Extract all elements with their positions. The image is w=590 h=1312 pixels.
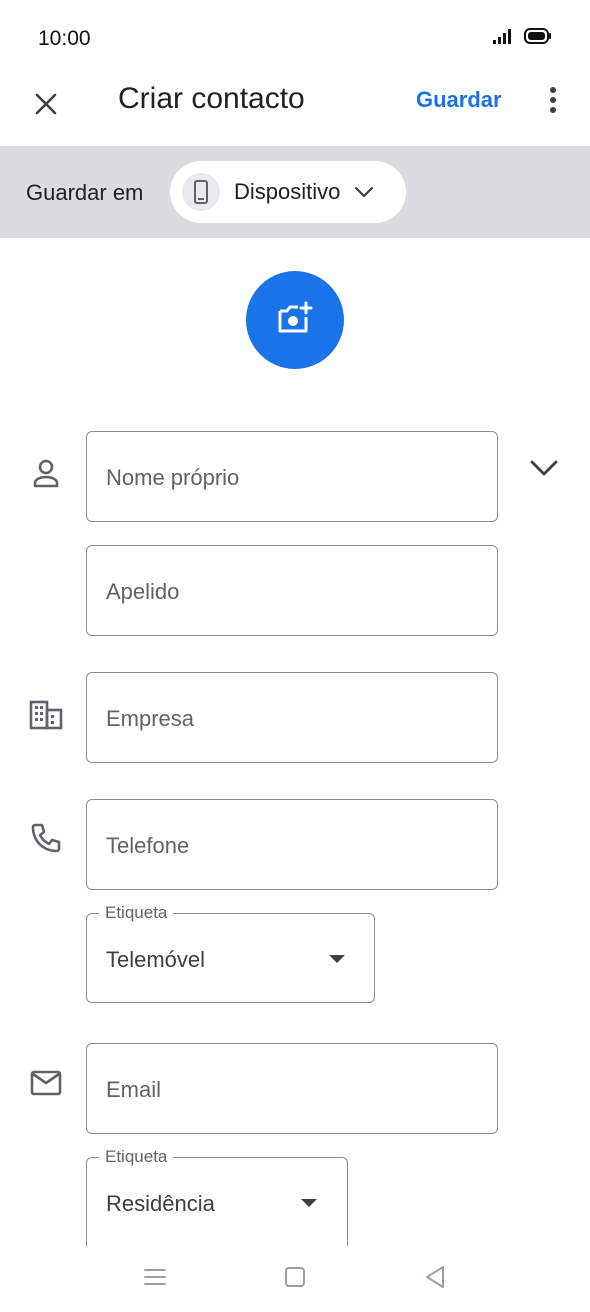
recents-button[interactable] — [140, 1264, 170, 1294]
status-icons — [492, 28, 552, 49]
mail-icon — [28, 1065, 64, 1101]
system-nav-bar — [0, 1246, 590, 1312]
page-title: Criar contacto — [118, 82, 305, 115]
email-placeholder: Email — [106, 1077, 162, 1102]
expand-name-button[interactable] — [526, 452, 562, 488]
email-field[interactable]: Email — [86, 1043, 498, 1134]
email-label-legend: Etiqueta — [99, 1147, 174, 1167]
email-label-value: Residência — [106, 1191, 215, 1216]
more-vert-icon — [549, 86, 557, 119]
first-name-placeholder: Nome próprio — [106, 465, 240, 490]
status-bar: 10:00 — [0, 0, 590, 70]
last-name-field[interactable]: Apelido — [86, 545, 498, 636]
phone-label-value: Telemóvel — [106, 947, 206, 972]
phone-label-select[interactable]: Etiqueta Telemóvel — [86, 903, 375, 1003]
company-placeholder: Empresa — [106, 706, 195, 731]
close-icon — [34, 92, 58, 121]
phone-icon — [28, 820, 64, 856]
last-name-placeholder: Apelido — [106, 579, 180, 604]
back-triangle-icon — [424, 1265, 446, 1294]
chevron-down-icon — [354, 186, 374, 198]
add-photo-button[interactable] — [246, 271, 344, 369]
status-time: 10:00 — [38, 27, 91, 50]
phone-field[interactable]: Telefone — [86, 799, 498, 890]
expand-more-icon — [529, 459, 559, 482]
menu-icon — [143, 1267, 167, 1292]
save-location-bar: Guardar em Dispositivo — [0, 146, 590, 238]
battery-icon — [524, 28, 552, 49]
save-location-label: Guardar em — [26, 180, 144, 205]
signal-icon — [492, 28, 514, 49]
business-icon — [28, 697, 64, 733]
account-label: Dispositivo — [234, 179, 341, 204]
more-options-button[interactable] — [538, 82, 568, 122]
close-button[interactable] — [24, 84, 68, 128]
person-icon — [28, 456, 64, 492]
email-label-select[interactable]: Etiqueta Residência — [86, 1147, 348, 1257]
account-selector[interactable]: Dispositivo — [170, 161, 406, 223]
dropdown-arrow-icon — [301, 1199, 317, 1207]
phone-label-legend: Etiqueta — [99, 903, 174, 923]
company-field[interactable]: Empresa — [86, 672, 498, 763]
phone-device-icon — [182, 173, 220, 211]
back-button[interactable] — [420, 1264, 450, 1294]
phone-placeholder: Telefone — [106, 833, 190, 858]
save-button[interactable]: Guardar — [416, 87, 502, 113]
home-button[interactable] — [280, 1264, 310, 1294]
first-name-field[interactable]: Nome próprio — [86, 431, 498, 522]
dropdown-arrow-icon — [329, 955, 345, 963]
app-bar: Criar contacto Guardar — [0, 70, 590, 146]
add-photo-icon — [276, 301, 314, 340]
home-square-icon — [284, 1266, 306, 1293]
